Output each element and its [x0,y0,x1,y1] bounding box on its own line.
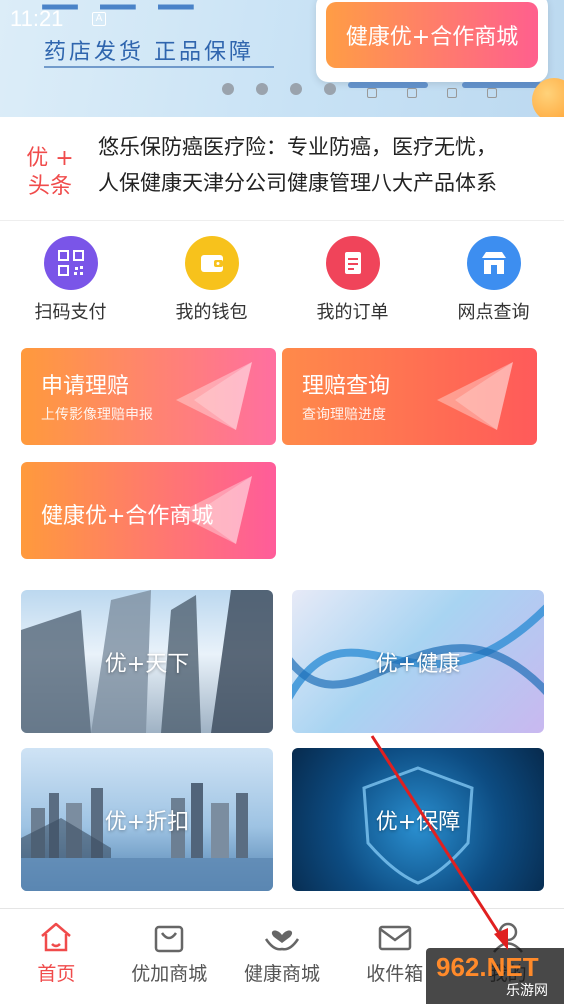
headline-item[interactable]: 人保健康天津分公司健康管理八大产品体系 [98,165,497,201]
query-claim-card[interactable]: 理赔查询 查询理赔进度 [282,348,537,445]
banner-tagline: 药店发货 正品保障 [44,40,254,65]
tile-health[interactable]: 优+健康 [292,590,544,733]
decor-triangle-icon [176,362,252,430]
quick-label: 扫码支付 [34,302,107,323]
quick-orders[interactable]: 我的订单 [282,236,423,326]
tile-discount[interactable]: 优+折扣 [21,748,273,891]
quick-store-search[interactable]: 网点查询 [423,236,564,326]
nav-home[interactable]: 首页 [0,909,113,1004]
banner-decor-bar [348,82,428,88]
tile-protection[interactable]: 优+保障 [292,748,544,891]
nav-health-mall[interactable]: 健康商城 [226,909,339,1004]
card-title: 申请理赔 [41,374,130,399]
headline-section[interactable]: 优 + 头条 悠乐保防癌医疗险：专业防癌，医疗无忧， 人保健康天津分公司健康管理… [0,117,564,221]
quick-actions: 扫码支付 我的钱包 我的订单 网点查询 [0,236,564,326]
banner-decor-bar [462,82,542,88]
tile-label: 优+健康 [375,652,461,677]
carousel-dot[interactable] [222,83,234,95]
headline-logo: 优 + 头条 [26,146,74,199]
headline-item[interactable]: 悠乐保防癌医疗险：专业防癌，医疗无忧， [98,129,497,165]
mail-icon [378,925,412,951]
card-subtitle: 上传影像理赔申报 [41,407,153,423]
tile-world[interactable]: 优+天下 [21,590,273,733]
banner-underline [44,66,274,68]
carousel-dot[interactable] [290,83,302,95]
quick-label: 网点查询 [457,302,530,323]
wallet-icon [184,236,239,290]
decor-triangle-icon [176,476,252,544]
quick-scan-pay[interactable]: 扫码支付 [0,236,141,326]
nav-label: 健康商城 [243,963,320,985]
shopping-bag-icon [154,925,184,953]
qr-scan-icon [43,236,98,290]
order-icon [325,236,380,290]
quick-label: 我的钱包 [175,302,248,323]
banner-decor-text: — — — [40,0,198,28]
tile-label: 优+折扣 [104,810,190,835]
watermark-brand: 962.NET [436,952,539,982]
home-icon [41,922,72,952]
mall-card[interactable]: 健康优+合作商城 [21,462,276,559]
tile-label: 优+保障 [375,810,461,835]
card-subtitle: 查询理赔进度 [302,407,386,423]
card-title: 理赔查询 [302,374,391,399]
site-watermark: 962.NET 乐游网 [426,948,564,1004]
banner-mall-preview: 健康优+合作商城 [326,2,538,68]
apply-claim-card[interactable]: 申请理赔 上传影像理赔申报 [21,348,276,445]
quick-wallet[interactable]: 我的钱包 [141,236,282,326]
decor-triangle-icon [437,362,513,430]
status-indicator-icon: A [92,12,106,26]
status-time: 11:21 [10,6,64,31]
store-icon [466,236,521,290]
watermark-sub: 乐游网 [506,983,548,999]
nav-label: 优加商城 [131,963,208,985]
nav-mall[interactable]: 优加商城 [113,909,226,1004]
carousel-dot[interactable] [256,83,268,95]
quick-label: 我的订单 [316,302,389,323]
heart-hands-icon [264,930,300,951]
tile-label: 优+天下 [104,652,190,677]
carousel-dots[interactable] [222,83,336,95]
top-banner[interactable]: — — — 药店发货 正品保障 11:21 A 健康优+合作商城 [0,0,564,117]
carousel-dot[interactable] [324,83,336,95]
headline-list[interactable]: 悠乐保防癌医疗险：专业防癌，医疗无忧， 人保健康天津分公司健康管理八大产品体系 [98,129,497,201]
nav-label: 首页 [37,963,76,985]
banner-phone-nav [352,88,512,114]
nav-label: 收件箱 [366,963,424,985]
